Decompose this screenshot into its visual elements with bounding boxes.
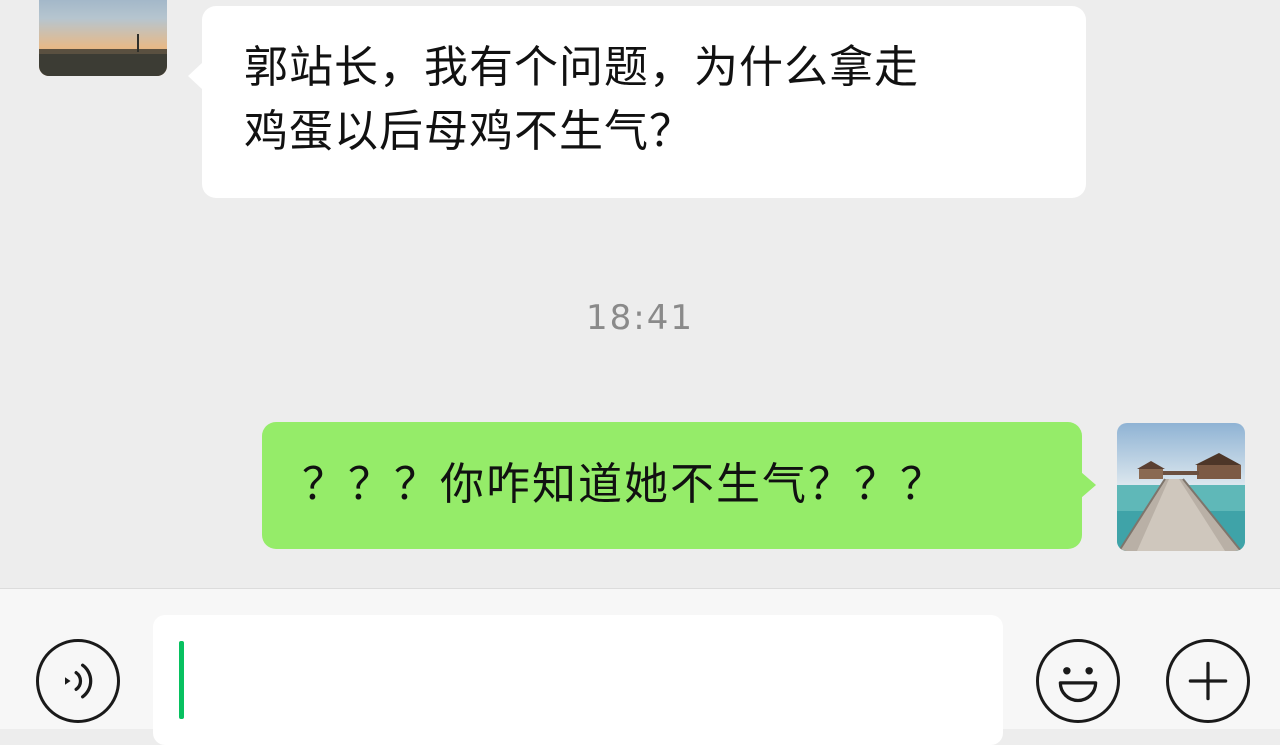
voice-icon bbox=[65, 663, 93, 699]
contact-avatar[interactable] bbox=[39, 0, 167, 76]
more-button[interactable] bbox=[1166, 639, 1250, 723]
pier-villa-image bbox=[1117, 423, 1245, 551]
my-avatar[interactable] bbox=[1117, 423, 1245, 551]
message-text: ？？？你咋知道她不生气？？？ bbox=[302, 459, 946, 510]
message-line: 鸡蛋以后母鸡不生气？ bbox=[244, 106, 694, 157]
outgoing-message-bubble[interactable]: ？？？你咋知道她不生气？？？ bbox=[262, 422, 1096, 549]
input-bar bbox=[0, 588, 1280, 745]
plus-icon bbox=[1188, 661, 1228, 701]
sunset-landscape-image bbox=[39, 0, 167, 76]
emoji-icon bbox=[1058, 667, 1098, 703]
chat-history: 郭站长，我有个问题，为什么拿走 鸡蛋以后母鸡不生气？ 18:41 ？？？你咋知道… bbox=[0, 0, 1280, 588]
incoming-message-bubble[interactable]: 郭站长，我有个问题，为什么拿走 鸡蛋以后母鸡不生气？ bbox=[188, 6, 1086, 198]
message-line: 郭站长，我有个问题，为什么拿走 bbox=[244, 42, 919, 93]
voice-button[interactable] bbox=[36, 639, 120, 723]
emoji-button[interactable] bbox=[1036, 639, 1120, 723]
message-input[interactable] bbox=[153, 615, 1003, 745]
message-timestamp: 18:41 bbox=[586, 298, 694, 338]
text-caret bbox=[179, 641, 184, 719]
